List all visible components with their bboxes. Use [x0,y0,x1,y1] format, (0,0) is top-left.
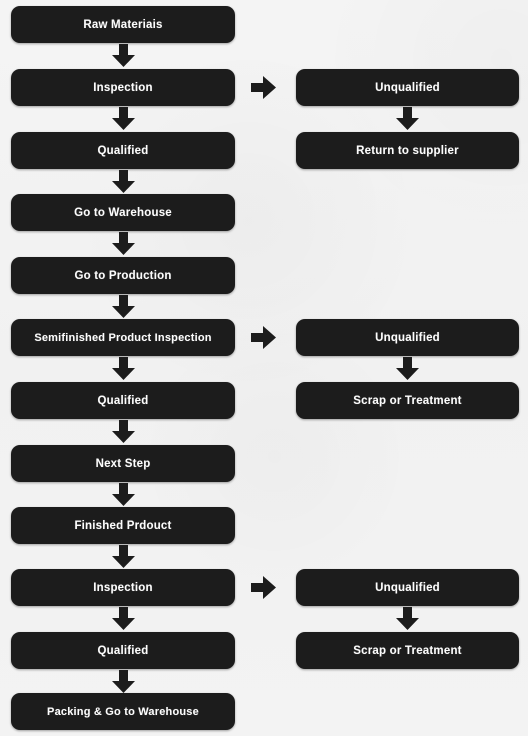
node-label: Go to Production [74,269,172,282]
node-semifinished-product-inspection[interactable]: Semifinished Product Inspection [11,319,235,356]
node-label: Scrap or Treatment [353,644,462,657]
node-label: Packing & Go to Warehouse [47,705,199,718]
node-next-step[interactable]: Next Step [11,445,235,482]
node-return-to-supplier[interactable]: Return to supplier [296,132,519,169]
arrow-down-icon-next-step-to-finished [111,483,136,507]
arrow-down-icon-unqualified-3-to-scrap [395,607,420,631]
arrow-down-icon-raw-to-inspection [111,44,136,68]
node-label: Finished Prdouct [74,519,172,532]
arrow-down-icon-unqualified-1-to-return [395,107,420,131]
node-label: Inspection [93,81,153,94]
node-inspection-1[interactable]: Inspection [11,69,235,106]
arrow-down-icon-production-to-semifinished [111,295,136,319]
node-label: Scrap or Treatment [353,394,462,407]
node-label: Next Step [95,457,151,470]
node-inspection-2[interactable]: Inspection [11,569,235,606]
node-scrap-or-treatment-2[interactable]: Scrap or Treatment [296,632,519,669]
node-scrap-or-treatment-1[interactable]: Scrap or Treatment [296,382,519,419]
node-label: Unqualified [375,331,440,344]
arrow-down-icon-qualified-to-packing [111,670,136,694]
node-unqualified-3[interactable]: Unqualified [296,569,519,606]
arrow-right-icon-branch-2 [251,325,277,350]
node-qualified-2[interactable]: Qualified [11,382,235,419]
node-raw-materials[interactable]: Raw Materiais [11,6,235,43]
node-unqualified-2[interactable]: Unqualified [296,319,519,356]
flowchart-canvas: Raw Materiais Inspection Qualified Go to… [0,0,528,736]
node-label: Qualified [97,644,149,657]
arrow-right-icon-branch-1 [251,75,277,100]
node-packing-go-to-warehouse[interactable]: Packing & Go to Warehouse [11,693,235,730]
node-label: Go to Warehouse [74,206,172,219]
arrow-down-icon-unqualified-2-to-scrap [395,357,420,381]
node-unqualified-1[interactable]: Unqualified [296,69,519,106]
node-go-to-production[interactable]: Go to Production [11,257,235,294]
node-qualified-3[interactable]: Qualified [11,632,235,669]
arrow-down-icon-semifinished-to-qualified [111,357,136,381]
node-label: Qualified [97,394,149,407]
arrow-down-icon-inspection-to-qualified-3 [111,607,136,631]
arrow-down-icon-qualified-to-warehouse [111,170,136,194]
arrow-down-icon-finished-to-inspection [111,545,136,569]
node-label: Unqualified [375,581,440,594]
node-label: Unqualified [375,81,440,94]
node-label: Return to supplier [356,144,459,157]
node-qualified-1[interactable]: Qualified [11,132,235,169]
arrow-down-icon-inspection-to-qualified [111,107,136,131]
node-label: Semifinished Product Inspection [34,331,212,344]
node-finished-product[interactable]: Finished Prdouct [11,507,235,544]
arrow-down-icon-qualified-to-next-step [111,420,136,444]
node-label: Qualified [97,144,149,157]
node-label: Raw Materiais [83,18,163,31]
arrow-right-icon-branch-3 [251,575,277,600]
node-go-to-warehouse[interactable]: Go to Warehouse [11,194,235,231]
arrow-down-icon-warehouse-to-production [111,232,136,256]
node-label: Inspection [93,581,153,594]
